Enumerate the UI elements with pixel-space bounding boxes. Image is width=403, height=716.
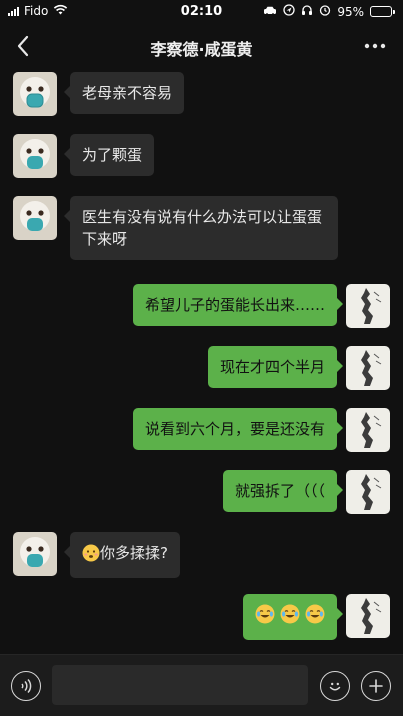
- outgoing-message[interactable]: 希望儿子的蛋能长出来……: [132, 284, 344, 326]
- message-row: 现在才四个半月: [0, 344, 403, 394]
- chat-title: 李察德·咸蛋黄: [150, 40, 253, 59]
- message-row: 为了颗蛋: [0, 132, 403, 182]
- more-button[interactable]: [361, 34, 389, 58]
- incoming-message[interactable]: 为了颗蛋: [63, 134, 155, 176]
- incoming-message[interactable]: 你多揉揉?: [64, 532, 180, 578]
- my-avatar[interactable]: [346, 284, 390, 328]
- more-actions-button[interactable]: [361, 671, 391, 701]
- outgoing-message[interactable]: 说看到六个月，要是还没有: [132, 408, 344, 450]
- outgoing-message[interactable]: 就强拆了（（（: [222, 470, 344, 512]
- message-row: 老母亲不容易: [0, 70, 403, 120]
- message-text: 你多揉揉?: [100, 544, 168, 562]
- contact-avatar[interactable]: [13, 196, 57, 240]
- message-row: 就强拆了（（（: [0, 468, 403, 518]
- message-row: 医生有没有说有什么办法可以让蛋蛋下来呀: [0, 194, 403, 268]
- my-avatar[interactable]: [346, 346, 390, 390]
- chat-header: 李察德·咸蛋黄: [0, 24, 403, 68]
- more-dots-icon: [364, 43, 386, 49]
- car-icon: [263, 5, 277, 19]
- back-button[interactable]: [10, 33, 36, 59]
- message-list[interactable]: 老母亲不容易 为了颗蛋 医生有没有说有什么办法可以让蛋蛋下来呀 希望儿子的蛋能长…: [0, 68, 403, 654]
- alarm-icon: [319, 4, 331, 19]
- status-bar: Fido 02:10 95%: [0, 0, 403, 24]
- incoming-message[interactable]: 老母亲不容易: [63, 72, 185, 114]
- input-bar: [0, 654, 403, 716]
- laughing-crying-emoji: [305, 604, 325, 630]
- voice-button[interactable]: [11, 671, 41, 701]
- battery-charging-icon: [370, 6, 395, 17]
- headphones-icon: [301, 4, 313, 19]
- worried-face-emoji: [82, 544, 100, 568]
- contact-avatar[interactable]: [13, 72, 57, 116]
- outgoing-message[interactable]: [243, 594, 343, 640]
- my-avatar[interactable]: [346, 408, 390, 452]
- laughing-crying-emoji: [255, 604, 275, 630]
- outgoing-message[interactable]: 现在才四个半月: [207, 346, 344, 388]
- plus-icon: [369, 679, 383, 693]
- my-avatar[interactable]: [346, 594, 390, 638]
- contact-avatar[interactable]: [13, 532, 57, 576]
- message-row: [0, 592, 403, 642]
- voice-icon: [21, 678, 32, 694]
- contact-avatar[interactable]: [13, 134, 57, 178]
- my-avatar[interactable]: [346, 470, 390, 514]
- emoji-button[interactable]: [320, 671, 350, 701]
- status-bar-right: 95%: [263, 4, 395, 19]
- battery-text: 95%: [337, 4, 364, 19]
- location-icon: [283, 4, 295, 19]
- laughing-crying-emoji: [280, 604, 300, 630]
- incoming-message[interactable]: 医生有没有说有什么办法可以让蛋蛋下来呀: [64, 196, 338, 260]
- chevron-left-icon: [17, 35, 29, 57]
- message-input[interactable]: [52, 665, 308, 705]
- message-row: 你多揉揉?: [0, 530, 403, 580]
- smile-icon: [329, 682, 341, 691]
- message-row: 希望儿子的蛋能长出来……: [0, 282, 403, 332]
- message-row: 说看到六个月，要是还没有: [0, 406, 403, 456]
